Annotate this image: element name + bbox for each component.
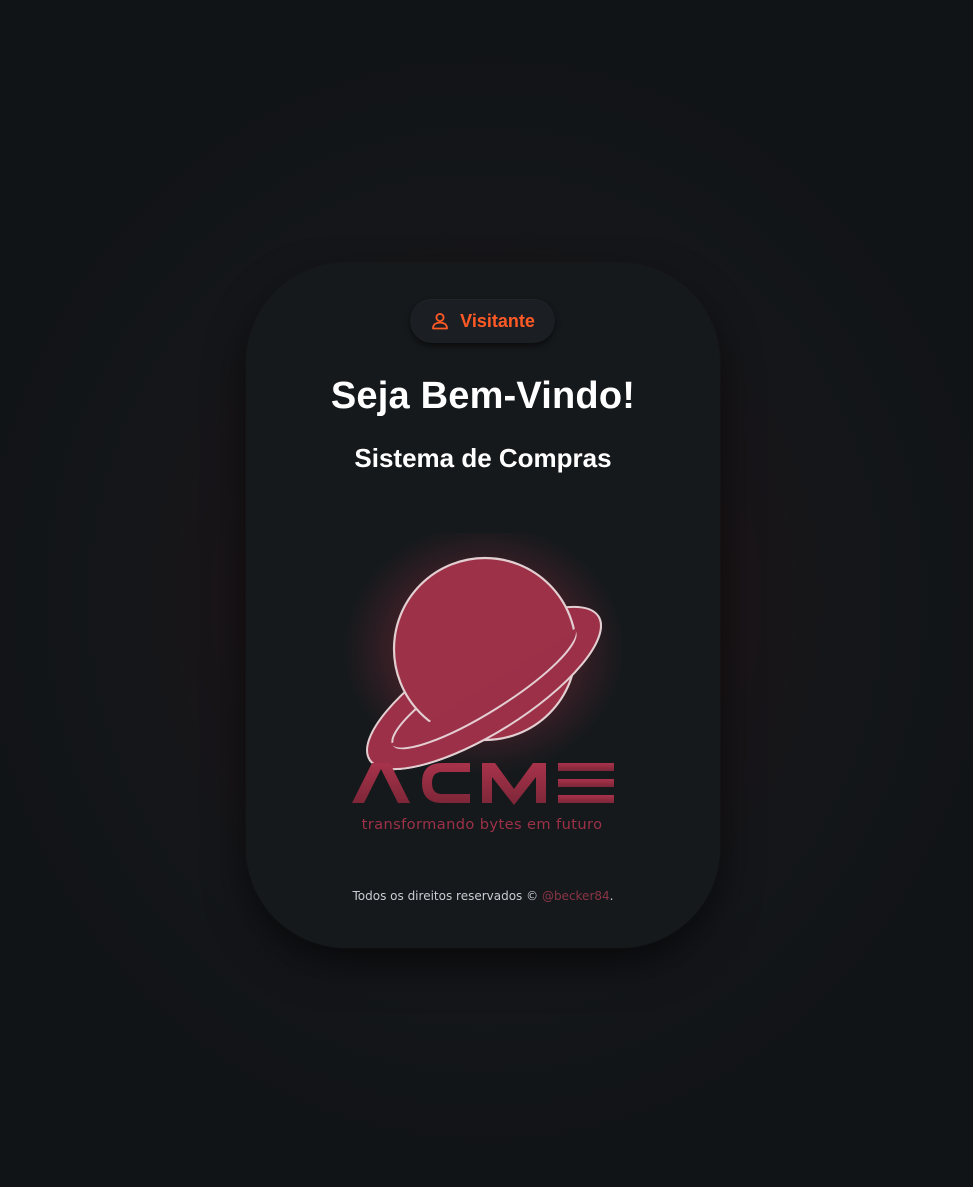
footer-text: Todos os direitos reservados © (352, 889, 542, 903)
acme-logo: transformando bytes em futuro (342, 524, 624, 853)
user-label: Visitante (460, 310, 535, 331)
author-link[interactable]: @becker84 (542, 889, 610, 903)
footer-trailing: . (609, 889, 614, 903)
page-title: Seja Bem-Vindo! (330, 375, 636, 417)
acme-wordmark (352, 763, 614, 805)
page-subtitle: Sistema de Compras (354, 443, 612, 473)
footer: Todos os direitos reservados © @becker84… (246, 889, 720, 903)
brand-tagline: transformando bytes em futuro (362, 816, 603, 833)
user-button[interactable]: Visitante (410, 299, 555, 343)
planet-icon (344, 524, 624, 774)
welcome-card: Visitante Seja Bem-Vindo! Sistema de Com… (246, 263, 720, 948)
user-icon (430, 311, 450, 331)
